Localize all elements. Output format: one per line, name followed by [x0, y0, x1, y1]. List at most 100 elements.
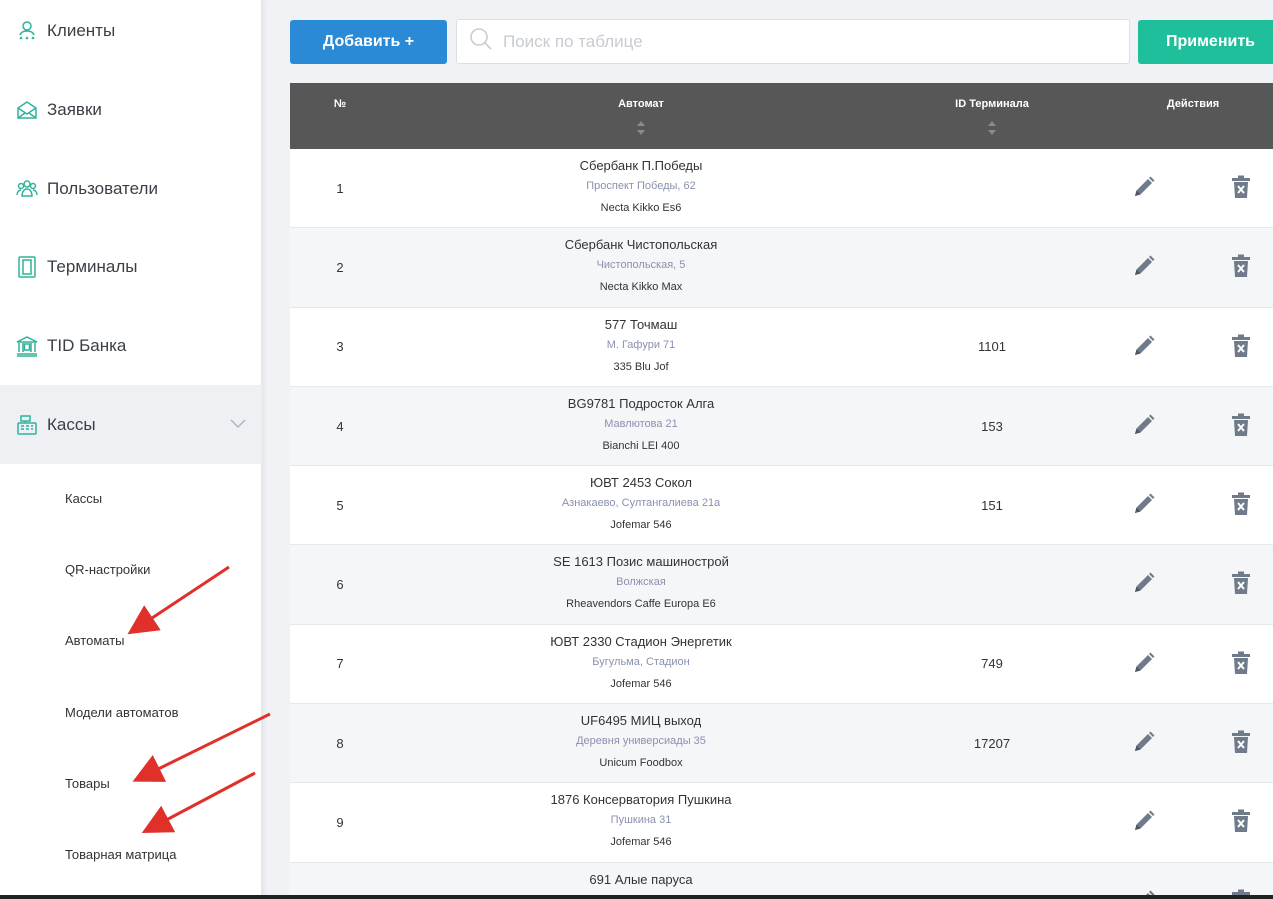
- automat-model: Bianchi LEI 400: [602, 439, 680, 452]
- automat-name: SE 1613 Позис машинострой: [553, 554, 729, 570]
- automat-name: Сбербанк Чистопольская: [564, 237, 718, 253]
- sort-icon[interactable]: [636, 120, 646, 141]
- automat-cell: Сбербанк П.Победы Проспект Победы, 62 Ne…: [580, 158, 703, 216]
- table-row: 7 ЮВТ 2330 Стадион Энергетик Бугульма, С…: [290, 624, 1273, 705]
- header-num[interactable]: №: [334, 98, 346, 110]
- delete-icon[interactable]: [1231, 334, 1251, 358]
- table-body: 1 Сбербанк П.Победы Проспект Победы, 62 …: [290, 149, 1273, 899]
- automat-model: Unicum Foodbox: [599, 757, 683, 770]
- terminal-id: 17207: [973, 735, 1011, 751]
- delete-icon[interactable]: [1231, 730, 1251, 754]
- delete-icon[interactable]: [1231, 254, 1251, 278]
- automat-model: Jofemar 546: [610, 519, 672, 532]
- apply-button[interactable]: Применить: [1138, 20, 1273, 64]
- add-button[interactable]: Добавить +: [290, 20, 447, 64]
- row-number: 3: [336, 339, 344, 355]
- automat-model: Necta Kikko Es6: [600, 202, 682, 214]
- automat-cell: ЮВТ 2453 Сокол Азнакаево, Султангалиева …: [562, 475, 720, 533]
- edit-icon[interactable]: [1132, 254, 1156, 278]
- table-row: 8 UF6495 МИЦ выход Деревня универсиады 3…: [290, 704, 1273, 784]
- automat-model: Necta Kikko Max: [599, 281, 683, 294]
- automat-name: 577 Точмаш: [604, 316, 678, 332]
- automat-address: М. Гафури 71: [606, 338, 676, 351]
- annotation-arrows: [127, 565, 271, 834]
- table-row: 3 577 Точмаш М. Гафури 71 335 Blu Jof 11…: [290, 307, 1273, 387]
- row-number: 9: [336, 815, 344, 831]
- automat-name: ЮВТ 2453 Сокол: [589, 475, 693, 491]
- edit-icon[interactable]: [1132, 492, 1156, 516]
- automat-cell: 577 Точмаш М. Гафури 71 335 Blu Jof: [605, 317, 678, 375]
- automat-address: Пушкина 31: [610, 814, 672, 827]
- row-number: 5: [336, 497, 344, 513]
- edit-icon[interactable]: [1132, 651, 1156, 675]
- delete-icon[interactable]: [1231, 809, 1251, 833]
- table-row: 5 ЮВТ 2453 Сокол Азнакаево, Султангалиев…: [290, 466, 1273, 546]
- annotation-arrow: [132, 712, 271, 782]
- table-row: 6 SE 1613 Позис машинострой Волжская Rhe…: [290, 545, 1273, 625]
- table-row: 691 Алые паруса: [290, 862, 1273, 899]
- automat-address: Проспект Победы, 62: [586, 180, 696, 192]
- row-number: 6: [336, 577, 344, 593]
- edit-icon[interactable]: [1132, 809, 1156, 833]
- automat-address: Бугульма, Стадион: [592, 655, 690, 668]
- automat-name: Сбербанк П.Победы: [579, 158, 703, 173]
- automat-model: Jofemar 546: [610, 836, 672, 849]
- table-header: № Автомат ID Терминала Действия: [290, 83, 1273, 149]
- bottom-edge: [0, 895, 1273, 899]
- automat-cell: BG9781 Подросток Алга Мавлютова 21 Bianc…: [568, 396, 714, 454]
- automat-name: 691 Алые паруса: [589, 871, 693, 887]
- search-icon: [469, 27, 493, 56]
- edit-icon[interactable]: [1132, 413, 1156, 437]
- terminal-id: 151: [981, 497, 1003, 513]
- automat-model: 335 Blu Jof: [613, 360, 669, 373]
- terminal-id: 1101: [978, 339, 1006, 355]
- header-actions: Действия: [1166, 98, 1220, 110]
- edit-icon[interactable]: [1132, 571, 1156, 595]
- annotation-arrow: [127, 565, 230, 635]
- automat-cell: 691 Алые паруса: [589, 872, 692, 894]
- row-number: 1: [336, 180, 344, 196]
- automat-address: Азнакаево, Султангалиева 21а: [561, 497, 721, 510]
- table-row: 9 1876 Консерватория Пушкина Пушкина 31 …: [290, 783, 1273, 863]
- terminal-id: 749: [981, 656, 1003, 672]
- search-box[interactable]: [456, 19, 1130, 64]
- automat-name: UF6495 МИЦ выход: [580, 713, 702, 729]
- delete-icon[interactable]: [1231, 492, 1251, 516]
- automat-name: ЮВТ 2330 Стадион Энергетик: [550, 633, 732, 649]
- automat-address: Волжская: [616, 576, 666, 589]
- automat-name: 1876 Консерватория Пушкина: [550, 792, 732, 808]
- automat-cell: 1876 Консерватория Пушкина Пушкина 31 Jo…: [551, 792, 732, 850]
- row-number: 2: [336, 259, 344, 275]
- automat-name: BG9781 Подросток Алга: [567, 395, 715, 411]
- automat-model: Jofemar 546: [610, 677, 672, 690]
- delete-icon[interactable]: [1231, 571, 1251, 595]
- sort-icon[interactable]: [987, 120, 997, 141]
- delete-icon[interactable]: [1231, 175, 1251, 199]
- automat-cell: ЮВТ 2330 Стадион Энергетик Бугульма, Ста…: [550, 634, 731, 692]
- header-automat[interactable]: Автомат: [618, 98, 664, 110]
- row-number: 8: [336, 735, 344, 751]
- edit-icon[interactable]: [1132, 175, 1156, 199]
- edit-icon[interactable]: [1132, 730, 1156, 754]
- delete-icon[interactable]: [1231, 413, 1251, 437]
- automat-cell: Сбербанк Чистопольская Чистопольская, 5 …: [565, 237, 718, 295]
- automat-cell: UF6495 МИЦ выход Деревня универсиады 35 …: [576, 713, 706, 771]
- row-number: 4: [336, 418, 344, 434]
- table-row: 4 BG9781 Подросток Алга Мавлютова 21 Bia…: [290, 386, 1273, 467]
- header-terminal-id[interactable]: ID Терминала: [955, 98, 1029, 110]
- main-content: Добавить + Применить № Автомат ID Термин…: [262, 0, 1273, 899]
- row-number: 7: [336, 656, 344, 672]
- automat-address: Деревня универсиады 35: [576, 735, 706, 748]
- automat-address: Мавлютова 21: [604, 417, 678, 430]
- table-row: 1 Сбербанк П.Победы Проспект Победы, 62 …: [290, 149, 1273, 229]
- automat-address: Чистопольская, 5: [596, 259, 686, 272]
- delete-icon[interactable]: [1231, 651, 1251, 675]
- search-input[interactable]: [503, 31, 1103, 52]
- edit-icon[interactable]: [1132, 334, 1156, 358]
- terminal-id: 153: [981, 418, 1003, 434]
- annotation-arrow: [141, 771, 256, 834]
- table-row: 2 Сбербанк Чистопольская Чистопольская, …: [290, 228, 1273, 308]
- app: Клиенты Заявки Пользователи Терминалы TI…: [0, 0, 1273, 899]
- automat-cell: SE 1613 Позис машинострой Волжская Rheav…: [553, 554, 729, 612]
- automat-model: Rheavendors Caffe Europa E6: [566, 598, 716, 611]
